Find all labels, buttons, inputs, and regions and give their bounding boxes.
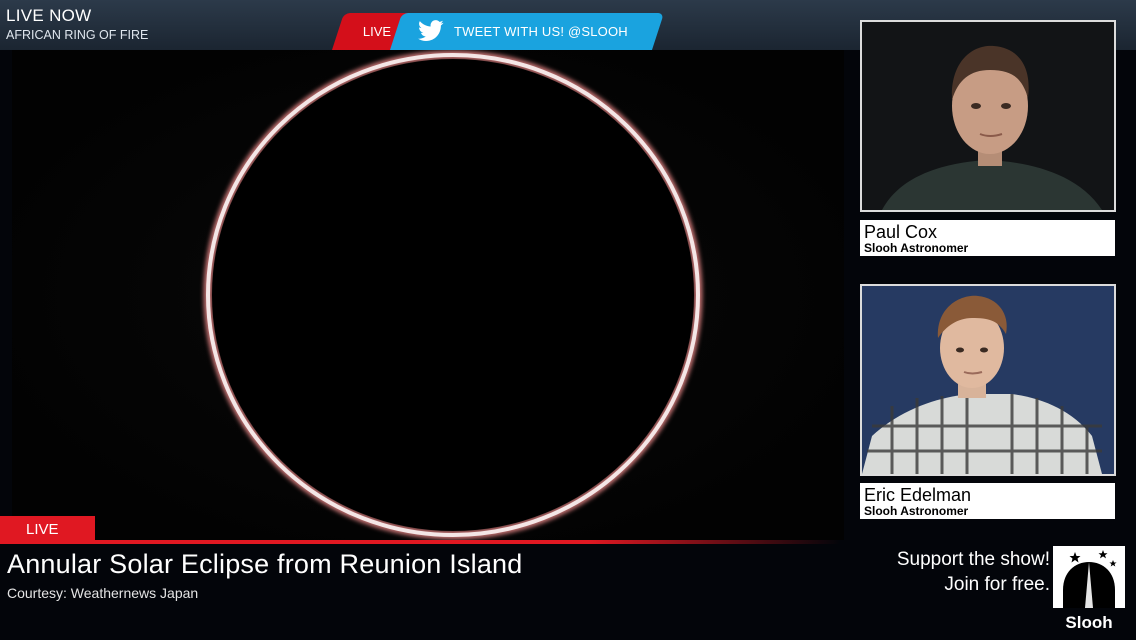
support-line-2: Join for free. (944, 574, 1050, 595)
presenter-1-name: Paul Cox (864, 222, 938, 242)
tweet-with-us-label[interactable]: TWEET WITH US! @SLOOH (454, 13, 628, 50)
presenter-1-role: Slooh Astronomer (864, 241, 969, 255)
presenter-1-video (862, 22, 1114, 210)
live-now-label: LIVE NOW (6, 6, 92, 25)
presenter-2-video (862, 286, 1114, 474)
slooh-logo-icon[interactable]: Slooh (1053, 546, 1125, 632)
presenter-cam-2[interactable] (860, 284, 1116, 476)
twitter-bird-icon (418, 20, 444, 41)
presenter-2-name: Eric Edelman (864, 485, 972, 505)
presenter-cam-1[interactable] (860, 20, 1116, 212)
video-title: Annular Solar Eclipse from Reunion Islan… (7, 549, 523, 579)
broadcast-frame: LIVE NOW AFRICAN RING OF FIRE LIVE TWEET… (0, 0, 1136, 640)
presenter-1-card: Paul Cox Slooh Astronomer (860, 220, 1115, 256)
presenter-2-card: Eric Edelman Slooh Astronomer (860, 483, 1115, 519)
live-badge-label: LIVE (26, 521, 59, 538)
main-video-feed[interactable] (12, 50, 844, 540)
lower-third-rule (0, 540, 840, 544)
logo-wordmark: Slooh (1065, 613, 1112, 632)
event-name: AFRICAN RING OF FIRE (6, 28, 149, 42)
video-credit: Courtesy: Weathernews Japan (7, 585, 199, 601)
support-line-1: Support the show! (896, 549, 1050, 570)
eclipse-ring-image (203, 50, 703, 540)
presenter-2-role: Slooh Astronomer (864, 504, 969, 518)
